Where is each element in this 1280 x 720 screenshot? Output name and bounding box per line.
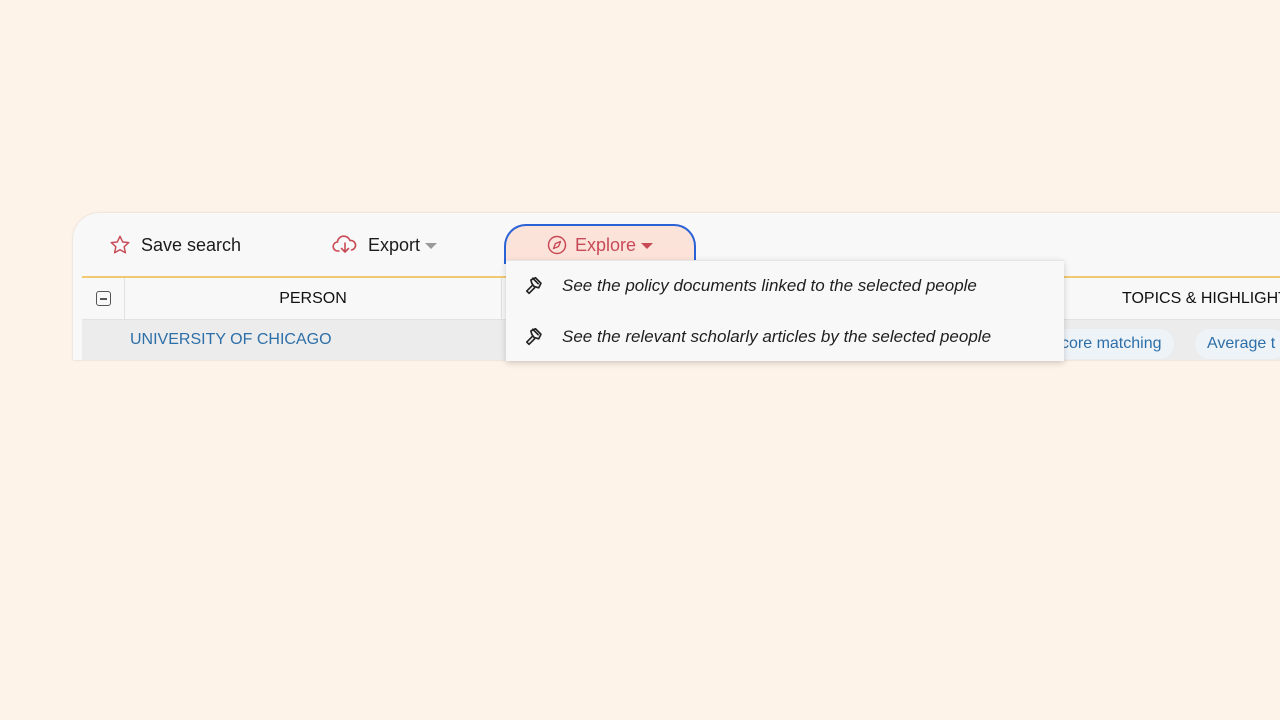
explore-button[interactable]: Explore (504, 224, 696, 264)
export-button[interactable]: Export (332, 233, 438, 257)
chevron-down-icon (425, 243, 438, 249)
save-search-button[interactable]: Save search (109, 233, 241, 257)
explore-label: Explore (574, 234, 637, 255)
column-header-topics[interactable]: TOPICS & HIGHLIGHT (1122, 278, 1280, 319)
menu-item-policy-documents[interactable]: See the policy documents linked to the s… (506, 264, 1064, 308)
chevron-down-icon (641, 243, 654, 249)
export-label: Export (368, 234, 421, 255)
cloud-download-icon (332, 234, 358, 256)
minus-square-icon (95, 291, 111, 306)
compass-icon (547, 235, 567, 255)
gavel-icon (524, 326, 546, 348)
menu-item-label: See the relevant scholarly articles by t… (562, 327, 992, 346)
explore-dropdown-menu: See the policy documents linked to the s… (506, 260, 1064, 361)
column-header-person[interactable]: PERSON (125, 278, 502, 319)
gavel-icon (524, 275, 546, 297)
topic-chip[interactable]: Average t (1195, 329, 1280, 359)
menu-item-scholarly-articles[interactable]: See the relevant scholarly articles by t… (506, 315, 1064, 359)
menu-item-label: See the policy documents linked to the s… (562, 276, 977, 295)
select-all-checkbox[interactable] (82, 278, 125, 319)
save-search-label: Save search (141, 234, 242, 255)
star-icon (109, 234, 131, 256)
organization-link[interactable]: UNIVERSITY OF CHICAGO (130, 331, 332, 349)
